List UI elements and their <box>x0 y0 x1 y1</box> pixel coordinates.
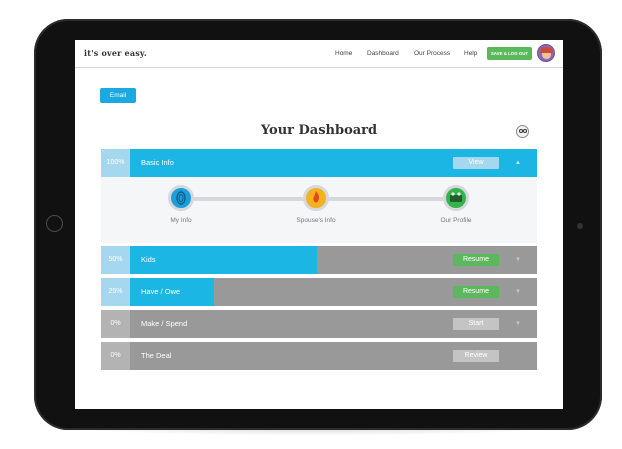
nav-help[interactable]: Help <box>464 50 477 57</box>
chevron-up-icon[interactable]: ▲ <box>515 149 521 177</box>
logo[interactable]: it's over easy. <box>84 48 147 58</box>
flame-icon[interactable] <box>303 185 329 211</box>
nav-dashboard[interactable]: Dashboard <box>367 50 399 57</box>
step-label-our-profile: Our Profile <box>440 217 472 224</box>
save-logout-button[interactable]: SAVE & LOG OUT <box>487 47 532 60</box>
basic-info-panel: My Info Spouse's Info Our Profile <box>101 177 537 243</box>
section-row-the-deal[interactable]: 0% The Deal Review <box>101 342 537 370</box>
resume-button[interactable]: Resume <box>453 286 499 298</box>
progress-fill <box>130 246 317 274</box>
start-button[interactable]: Start <box>453 318 499 330</box>
section-row-kids[interactable]: 50% Kids Resume ▼ <box>101 246 537 274</box>
top-bar: it's over easy. Home Dashboard Our Proce… <box>75 40 563 68</box>
camera-icon <box>577 223 583 229</box>
section-percent: 100% <box>101 149 130 177</box>
review-button[interactable]: Review <box>453 350 499 362</box>
app-screen: it's over easy. Home Dashboard Our Proce… <box>75 40 563 409</box>
page-title: Your Dashboard <box>260 123 378 138</box>
section-row-make-spend[interactable]: 0% Make / Spend Start ▼ <box>101 310 537 338</box>
avatar[interactable] <box>537 44 555 62</box>
section-label: Kids <box>141 255 156 264</box>
section-label: The Deal <box>141 351 172 360</box>
section-label: Have / Owe <box>141 287 181 296</box>
home-button[interactable] <box>46 215 63 232</box>
chevron-down-icon[interactable]: ▼ <box>515 310 521 338</box>
fingerprint-icon[interactable] <box>168 185 194 211</box>
section-label: Basic Info <box>141 158 174 167</box>
section-percent: 50% <box>101 246 130 274</box>
step-label-my-info: My Info <box>170 217 192 224</box>
section-row-basic-info[interactable]: 100% Basic Info View ▲ <box>101 149 537 177</box>
section-percent: 25% <box>101 278 130 306</box>
nav-home[interactable]: Home <box>335 50 352 57</box>
chevron-down-icon[interactable]: ▼ <box>515 246 521 274</box>
section-label: Make / Spend <box>141 319 188 328</box>
section-row-have-owe[interactable]: 25% Have / Owe Resume ▼ <box>101 278 537 306</box>
step-label-spouse-info: Spouse's Info <box>296 217 336 224</box>
section-percent: 0% <box>101 310 130 338</box>
resume-button[interactable]: Resume <box>453 254 499 266</box>
chevron-down-icon[interactable]: ▼ <box>515 278 521 306</box>
family-icon[interactable] <box>443 185 469 211</box>
email-button[interactable]: Email <box>100 88 136 103</box>
nav-our-process[interactable]: Our Process <box>414 50 450 57</box>
owl-mascot-icon <box>516 125 529 138</box>
section-percent: 0% <box>101 342 130 370</box>
view-button[interactable]: View <box>453 157 499 169</box>
